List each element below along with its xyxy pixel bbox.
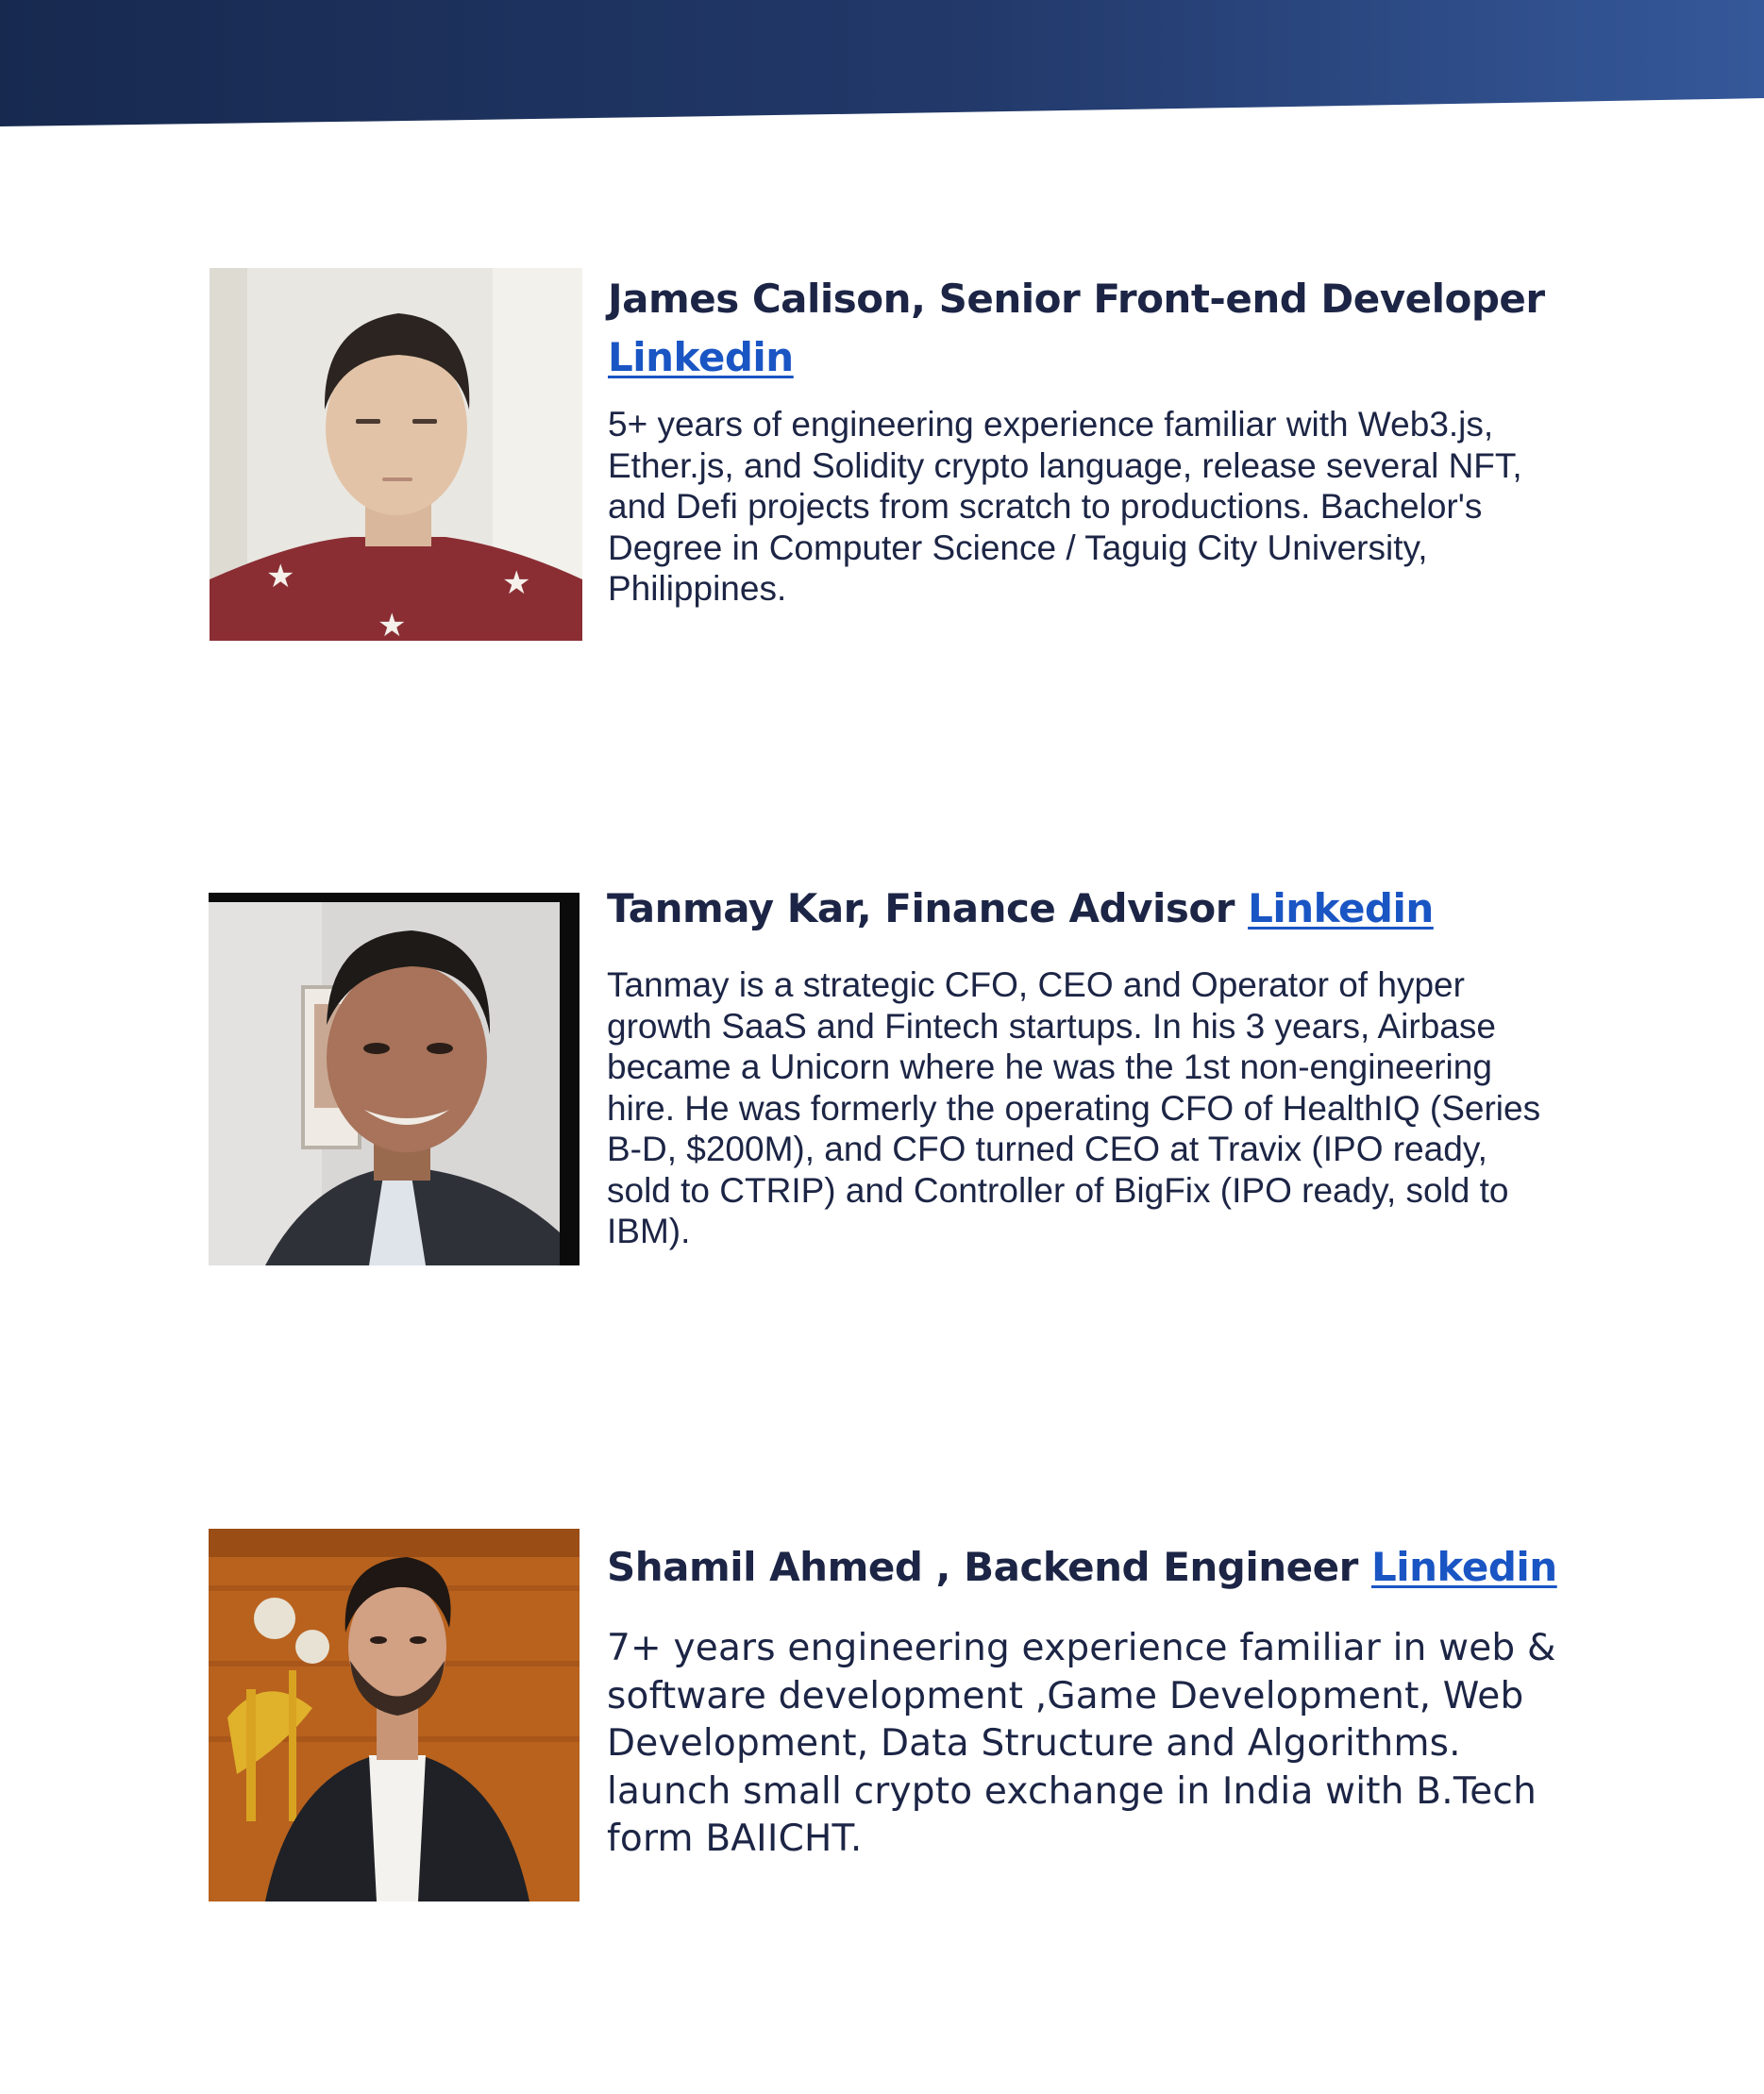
- header-banner-graphic: [0, 0, 1764, 126]
- profile-photo: ★ ★ ★: [210, 268, 582, 641]
- svg-text:★: ★: [266, 558, 294, 595]
- profile-photo: [209, 1529, 580, 1901]
- member-bio: 5+ years of engineering experience famil…: [608, 405, 1522, 608]
- profile-photo: [209, 893, 580, 1265]
- member-name-title: James Calison, Senior Front-end Develope…: [608, 276, 1545, 322]
- member-name-heading: Tanmay Kar, Finance Advisor Linkedin: [607, 879, 1579, 938]
- svg-text:★: ★: [502, 564, 530, 602]
- member-bio: Tanmay is a strategic CFO, CEO and Opera…: [607, 965, 1541, 1250]
- member-bio: 7+ years engineering experience familiar…: [607, 1627, 1556, 1860]
- member-name-title: Tanmay Kar, Finance Advisor: [607, 885, 1235, 931]
- linkedin-link[interactable]: Linkedin: [1248, 885, 1434, 931]
- linkedin-link[interactable]: Linkedin: [608, 334, 794, 380]
- header-banner: [0, 0, 1764, 128]
- member-name-heading: Shamil Ahmed , Backend Engineer Linkedin: [607, 1538, 1579, 1597]
- svg-text:★: ★: [378, 607, 406, 641]
- member-name-title: Shamil Ahmed , Backend Engineer: [607, 1544, 1358, 1590]
- linkedin-link[interactable]: Linkedin: [1371, 1544, 1557, 1590]
